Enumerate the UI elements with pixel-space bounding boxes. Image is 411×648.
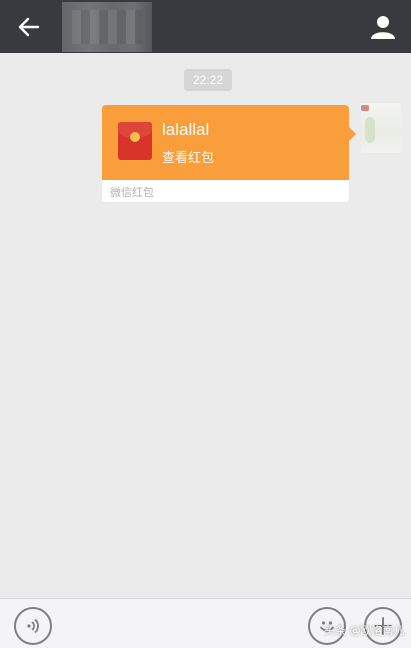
red-packet-title: lalallal — [162, 120, 210, 139]
arrow-left-icon — [18, 17, 40, 37]
chat-area[interactable]: 22:22 lalallal 查看红包 微信红包 — [0, 53, 411, 598]
top-bar — [0, 0, 411, 53]
red-packet-subtitle: 查看红包 — [162, 151, 215, 166]
chat-title-blurred — [62, 2, 152, 52]
voice-button[interactable] — [14, 607, 52, 645]
person-icon — [371, 16, 395, 39]
red-packet-footer: 微信红包 — [110, 186, 154, 199]
chat-info-button[interactable] — [367, 10, 399, 44]
timestamp: 22:22 — [184, 69, 232, 91]
red-envelope-icon — [118, 122, 152, 160]
watermark: 头条 @欧洛南儿 — [324, 624, 405, 637]
voice-icon — [27, 618, 39, 634]
bubble-tail — [349, 127, 356, 141]
red-packet-footer-bar: 微信红包 — [102, 180, 349, 202]
back-button[interactable] — [10, 8, 48, 46]
avatar[interactable] — [361, 103, 401, 153]
red-packet-body: lalallal 查看红包 — [102, 105, 349, 180]
red-packet-message[interactable]: lalallal 查看红包 微信红包 — [102, 105, 356, 202]
